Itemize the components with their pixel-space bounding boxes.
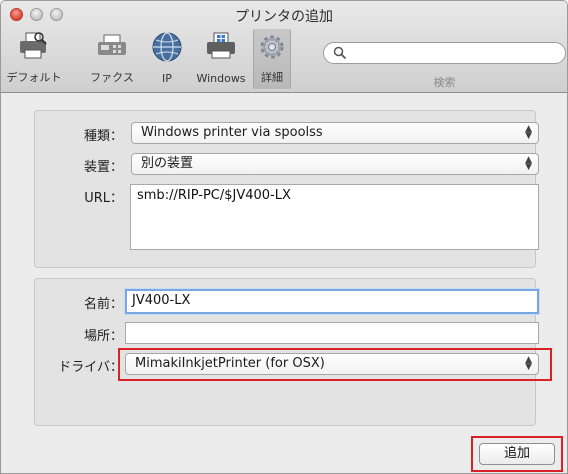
driver-value: MimakiInkjetPrinter (for OSX) [135, 356, 325, 371]
type-value: Windows printer via spoolss [141, 125, 323, 140]
popup-arrows-icon: ▲ ▼ [525, 155, 532, 172]
toolbar-default-button[interactable]: デフォルト [3, 29, 65, 89]
url-label: URL： [84, 191, 123, 206]
name-value: JV400-LX [132, 293, 191, 308]
popup-arrows-icon: ▲ ▼ [525, 355, 532, 372]
toolbar-default-label: デフォルト [6, 71, 62, 84]
name-label: 名前： [83, 297, 123, 312]
url-field[interactable]: smb://RIP-PC/$JV400-LX [130, 184, 539, 250]
gear-icon [256, 31, 288, 67]
popup-arrows-icon: ▲ ▼ [525, 124, 532, 141]
toolbar-windows-button[interactable]: Windows [191, 29, 251, 89]
globe-icon [151, 31, 183, 67]
toolbar-ip-button[interactable]: IP [149, 29, 185, 89]
add-button[interactable]: 追加 [479, 443, 555, 465]
driver-popup[interactable]: MimakiInkjetPrinter (for OSX) ▲ ▼ [125, 353, 539, 375]
url-value: smb://RIP-PC/$JV400-LX [137, 188, 291, 203]
toolbar-ip-label: IP [162, 72, 172, 85]
device-popup[interactable]: 別の装置 ▲ ▼ [131, 153, 539, 175]
toolbar-fax-button[interactable]: ファクス [81, 29, 143, 89]
toolbar-fax-label: ファクス [90, 71, 134, 84]
device-value: 別の装置 [141, 156, 194, 171]
window-title: プリンタの追加 [235, 9, 333, 25]
toolbar: プリンタの追加 デフォルト ファクス IP Windows 詳細 検索 [1, 1, 567, 93]
search-label: 検索 [433, 76, 456, 89]
name-field[interactable]: JV400-LX [125, 289, 539, 314]
device-label: 装置： [83, 160, 123, 175]
type-label: 種類： [83, 129, 123, 144]
windows-printer-icon [204, 31, 238, 65]
toolbar-advanced-button[interactable]: 詳細 [253, 29, 291, 89]
toolbar-advanced-label: 詳細 [261, 71, 283, 84]
type-popup[interactable]: Windows printer via spoolss ▲ ▼ [131, 122, 539, 144]
location-field[interactable] [125, 322, 539, 344]
driver-label: ドライバ： [58, 360, 123, 375]
location-label: 場所： [83, 329, 123, 344]
default-printer-icon [17, 31, 51, 65]
search-icon [333, 46, 347, 64]
fax-icon [95, 31, 129, 65]
search-field[interactable] [323, 42, 566, 64]
toolbar-windows-label: Windows [196, 72, 246, 85]
add-printer-window: プリンタの追加 デフォルト ファクス IP Windows 詳細 検索 種類： … [0, 0, 568, 474]
